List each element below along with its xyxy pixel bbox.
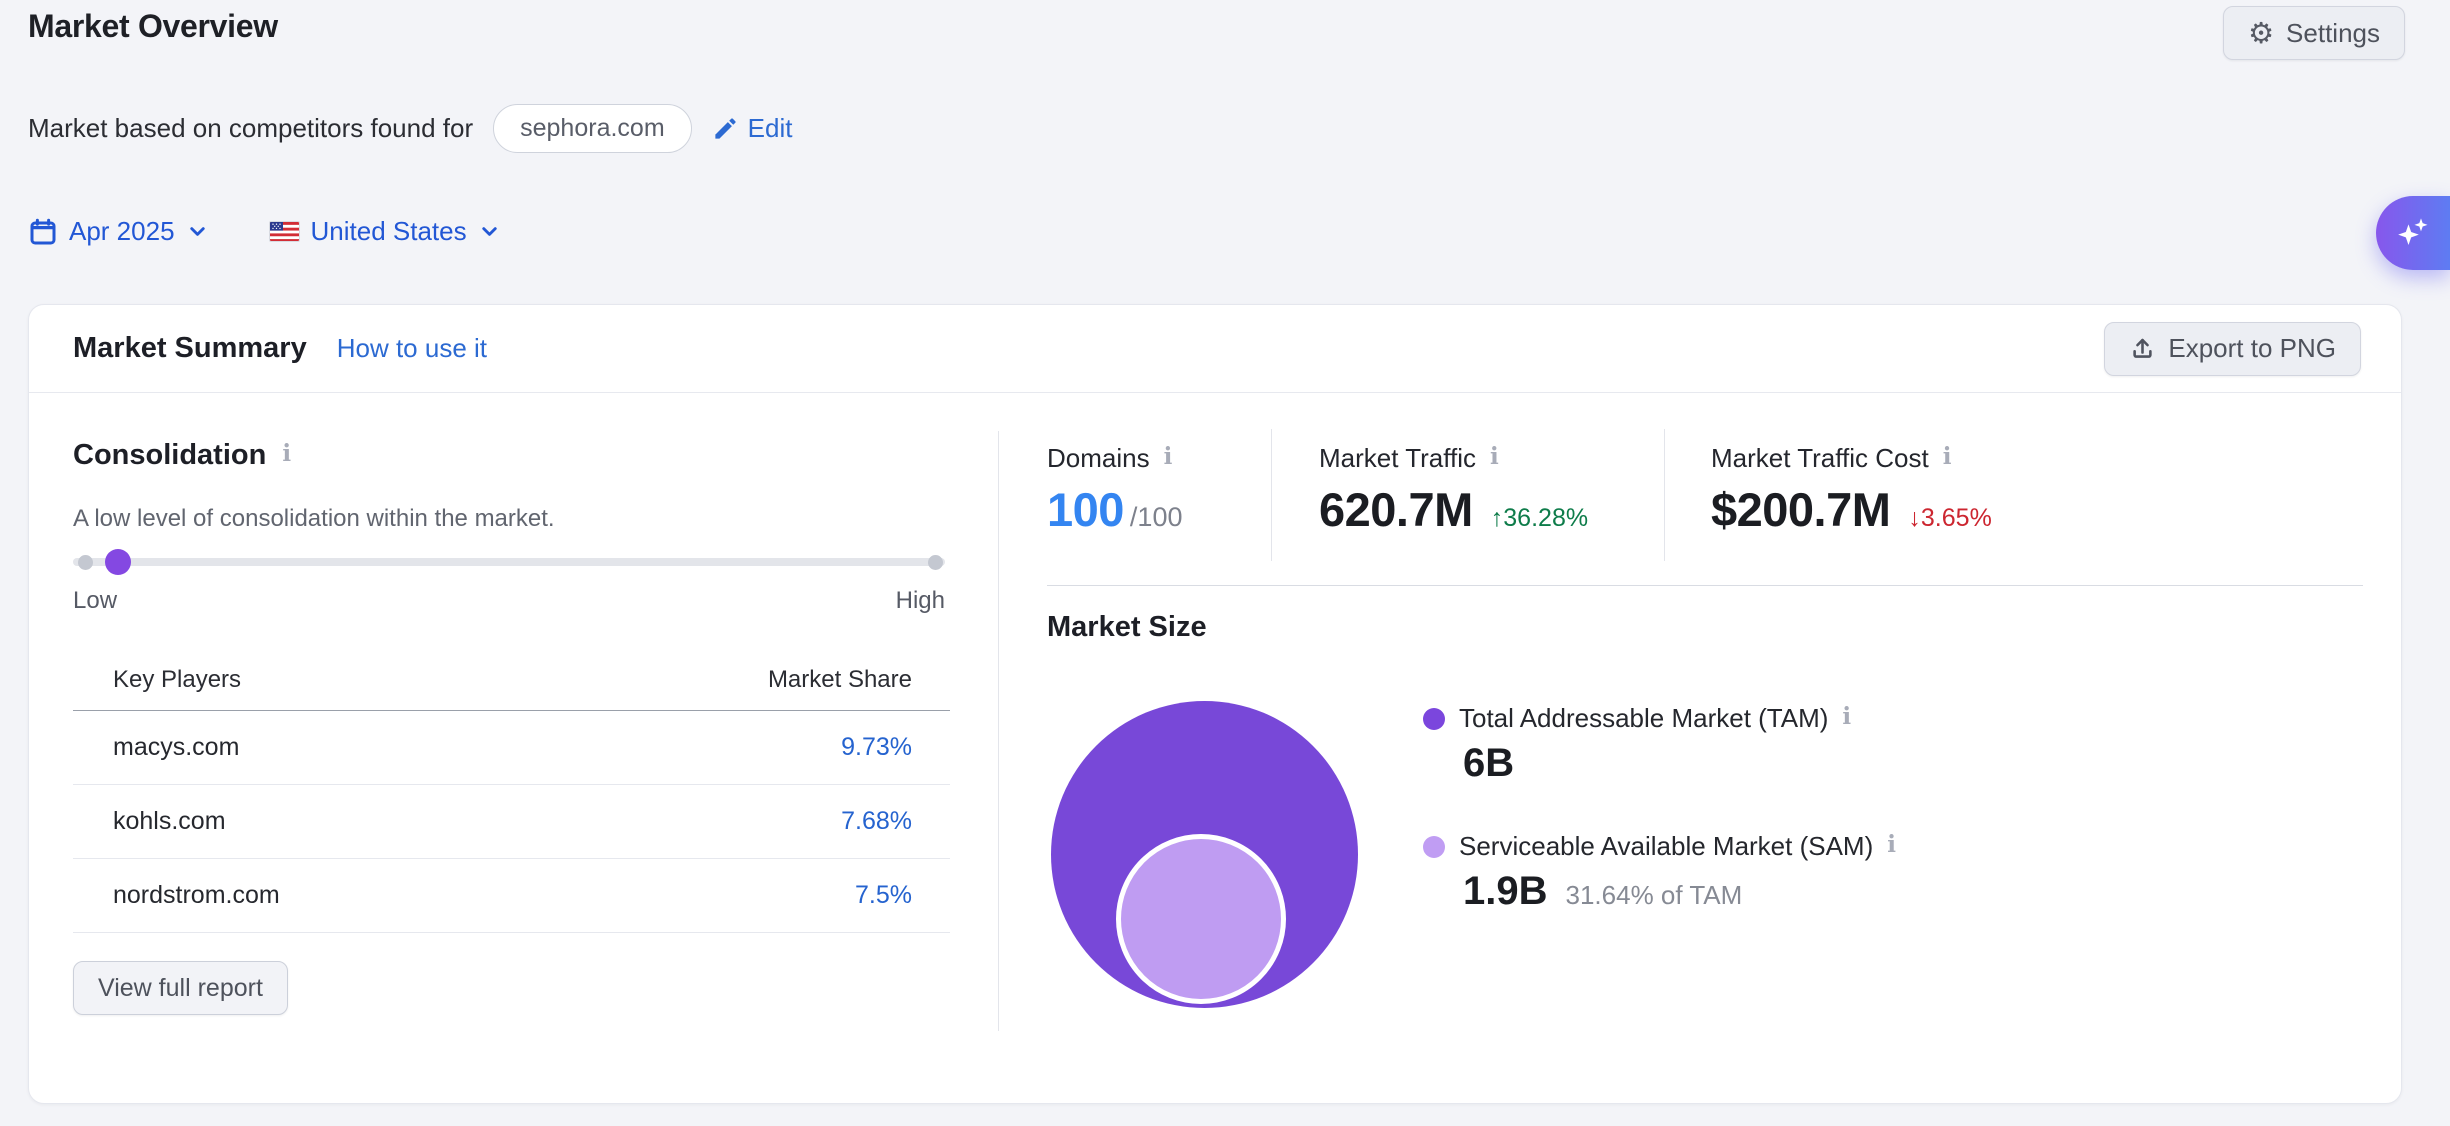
market-share-header: Market Share (768, 666, 912, 694)
tam-value: 6B (1463, 741, 1514, 786)
consolidation-title-text: Consolidation (73, 439, 266, 472)
consolidation-slider (73, 549, 945, 575)
market-traffic-value: 620.7M (1319, 482, 1473, 537)
edit-market-link[interactable]: Edit (712, 113, 793, 144)
view-full-report-button[interactable]: View full report (73, 961, 288, 1015)
player-domain: kohls.com (113, 807, 226, 836)
info-icon[interactable]: i (1490, 445, 1499, 468)
sam-legend-label: Serviceable Available Market (SAM) (1459, 831, 1873, 862)
slider-labels: Low High (73, 587, 945, 615)
slider-end-dot-left (78, 555, 93, 570)
gear-icon: ⚙ (2248, 19, 2274, 48)
info-icon[interactable]: i (1164, 445, 1173, 468)
sam-circle (1116, 834, 1286, 1004)
sam-legend-dot (1423, 836, 1445, 858)
metric-divider (1664, 429, 1665, 561)
market-source-text: Market based on competitors found for (28, 113, 473, 144)
date-filter-label: Apr 2025 (69, 216, 175, 247)
domains-label: Domains (1047, 443, 1150, 474)
metric-market-traffic-cost: Market Traffic Cost i $200.7M ↓3.65% (1711, 443, 1992, 537)
settings-button-label: Settings (2286, 18, 2380, 49)
card-header: Market Summary How to use it Export to P… (29, 305, 2401, 393)
market-traffic-cost-change: ↓3.65% (1908, 504, 1991, 533)
info-icon[interactable]: i (282, 442, 291, 465)
chevron-down-icon (186, 220, 209, 243)
edit-link-label: Edit (748, 113, 793, 144)
chevron-down-icon (478, 220, 501, 243)
info-icon[interactable]: i (1842, 705, 1851, 728)
card-title: Market Summary (73, 332, 307, 365)
country-filter-dropdown[interactable]: United States (269, 216, 501, 247)
filters-row: Apr 2025 United States (28, 216, 501, 247)
ai-assistant-button[interactable] (2376, 196, 2450, 270)
market-summary-card: Market Summary How to use it Export to P… (28, 304, 2402, 1104)
domains-value[interactable]: 100 (1047, 482, 1124, 537)
slider-track (73, 558, 945, 566)
settings-button[interactable]: ⚙ Settings (2223, 6, 2405, 60)
column-divider (998, 431, 999, 1031)
view-full-report-label: View full report (98, 974, 263, 1003)
table-header-row: Key Players Market Share (73, 649, 950, 711)
slider-end-dot-right (928, 555, 943, 570)
table-row: macys.com 9.73% (73, 711, 950, 785)
export-to-png-button[interactable]: Export to PNG (2104, 322, 2361, 376)
tam-legend-dot (1423, 708, 1445, 730)
metrics-divider (1047, 585, 2363, 586)
slider-low-label: Low (73, 587, 117, 615)
key-players-header: Key Players (113, 666, 241, 694)
sam-percent-of-tam: 31.64% of TAM (1566, 880, 1743, 911)
market-traffic-cost-label: Market Traffic Cost (1711, 443, 1929, 474)
market-traffic-label: Market Traffic (1319, 443, 1476, 474)
export-button-label: Export to PNG (2168, 333, 2336, 364)
key-players-table: Key Players Market Share macys.com 9.73%… (73, 649, 950, 933)
us-flag-icon (269, 221, 300, 242)
page-title: Market Overview (28, 8, 278, 45)
domains-suffix: /100 (1130, 502, 1183, 533)
market-source-row: Market based on competitors found for se… (28, 104, 792, 153)
calendar-icon (28, 217, 58, 247)
player-share-link[interactable]: 7.5% (855, 881, 912, 910)
slider-high-label: High (896, 587, 945, 615)
metric-divider (1271, 429, 1272, 561)
tam-legend-row: Total Addressable Market (TAM) i (1423, 703, 1851, 734)
seed-domain-pill[interactable]: sephora.com (493, 104, 692, 153)
how-to-use-link[interactable]: How to use it (337, 333, 487, 364)
sam-value: 1.9B (1463, 869, 1548, 914)
slider-knob[interactable] (105, 549, 131, 575)
consolidation-title: Consolidation i (73, 439, 291, 472)
player-share-link[interactable]: 7.68% (841, 807, 912, 836)
player-domain: macys.com (113, 733, 239, 762)
metric-domains: Domains i 100 /100 (1047, 443, 1182, 537)
sam-value-row: 1.9B 31.64% of TAM (1463, 869, 1742, 914)
country-filter-label: United States (311, 216, 467, 247)
market-size-title: Market Size (1047, 611, 1207, 644)
pencil-icon (712, 115, 739, 142)
info-icon[interactable]: i (1943, 445, 1952, 468)
info-icon[interactable]: i (1887, 833, 1896, 856)
upload-icon (2129, 335, 2156, 362)
table-row: nordstrom.com 7.5% (73, 859, 950, 933)
date-filter-dropdown[interactable]: Apr 2025 (28, 216, 209, 247)
market-traffic-cost-value: $200.7M (1711, 482, 1890, 537)
player-share-link[interactable]: 9.73% (841, 733, 912, 762)
player-domain: nordstrom.com (113, 881, 280, 910)
sparkles-icon (2393, 213, 2433, 253)
tam-legend-label: Total Addressable Market (TAM) (1459, 703, 1828, 734)
metric-market-traffic: Market Traffic i 620.7M ↑36.28% (1319, 443, 1588, 537)
market-traffic-change: ↑36.28% (1491, 504, 1588, 533)
consolidation-description: A low level of consolidation within the … (73, 505, 555, 533)
sam-legend-row: Serviceable Available Market (SAM) i (1423, 831, 1896, 862)
table-row: kohls.com 7.68% (73, 785, 950, 859)
